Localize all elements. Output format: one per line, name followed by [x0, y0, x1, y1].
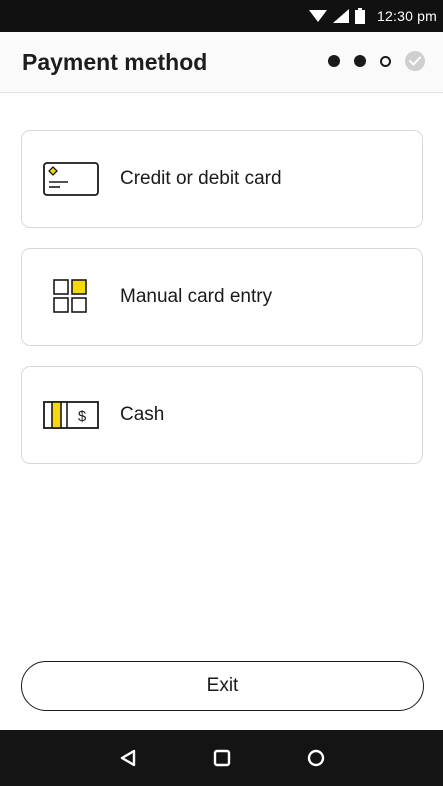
manual-entry-icon: [42, 277, 100, 317]
check-icon: [405, 51, 425, 71]
signal-icon: [333, 9, 350, 23]
step-dot-completed: [328, 55, 340, 67]
step-dot-completed: [354, 55, 366, 67]
navigation-bar: [0, 730, 443, 786]
home-icon[interactable]: [211, 747, 233, 769]
cash-icon: $: [42, 395, 100, 435]
dollar-symbol: $: [78, 408, 87, 425]
option-manual-card-entry[interactable]: Manual card entry: [21, 248, 423, 346]
step-indicator: [328, 51, 425, 71]
exit-button[interactable]: Exit: [21, 661, 424, 711]
status-bar: 12:30 pm: [0, 0, 443, 32]
page-title: Payment method: [22, 49, 208, 75]
option-label: Manual card entry: [120, 286, 273, 307]
option-label: Cash: [120, 404, 165, 425]
battery-icon: [355, 8, 366, 24]
recents-icon[interactable]: [305, 747, 327, 769]
option-label: Credit or debit card: [120, 168, 282, 189]
card-icon: [42, 159, 100, 199]
option-cash[interactable]: $ Cash: [21, 366, 423, 464]
header: Payment method: [0, 32, 443, 93]
step-dot-current: [380, 55, 391, 67]
status-time: 12:30 pm: [377, 8, 437, 24]
option-credit-debit-card[interactable]: Credit or debit card: [21, 130, 423, 228]
back-icon[interactable]: [117, 747, 139, 769]
wifi-icon: [309, 9, 328, 23]
